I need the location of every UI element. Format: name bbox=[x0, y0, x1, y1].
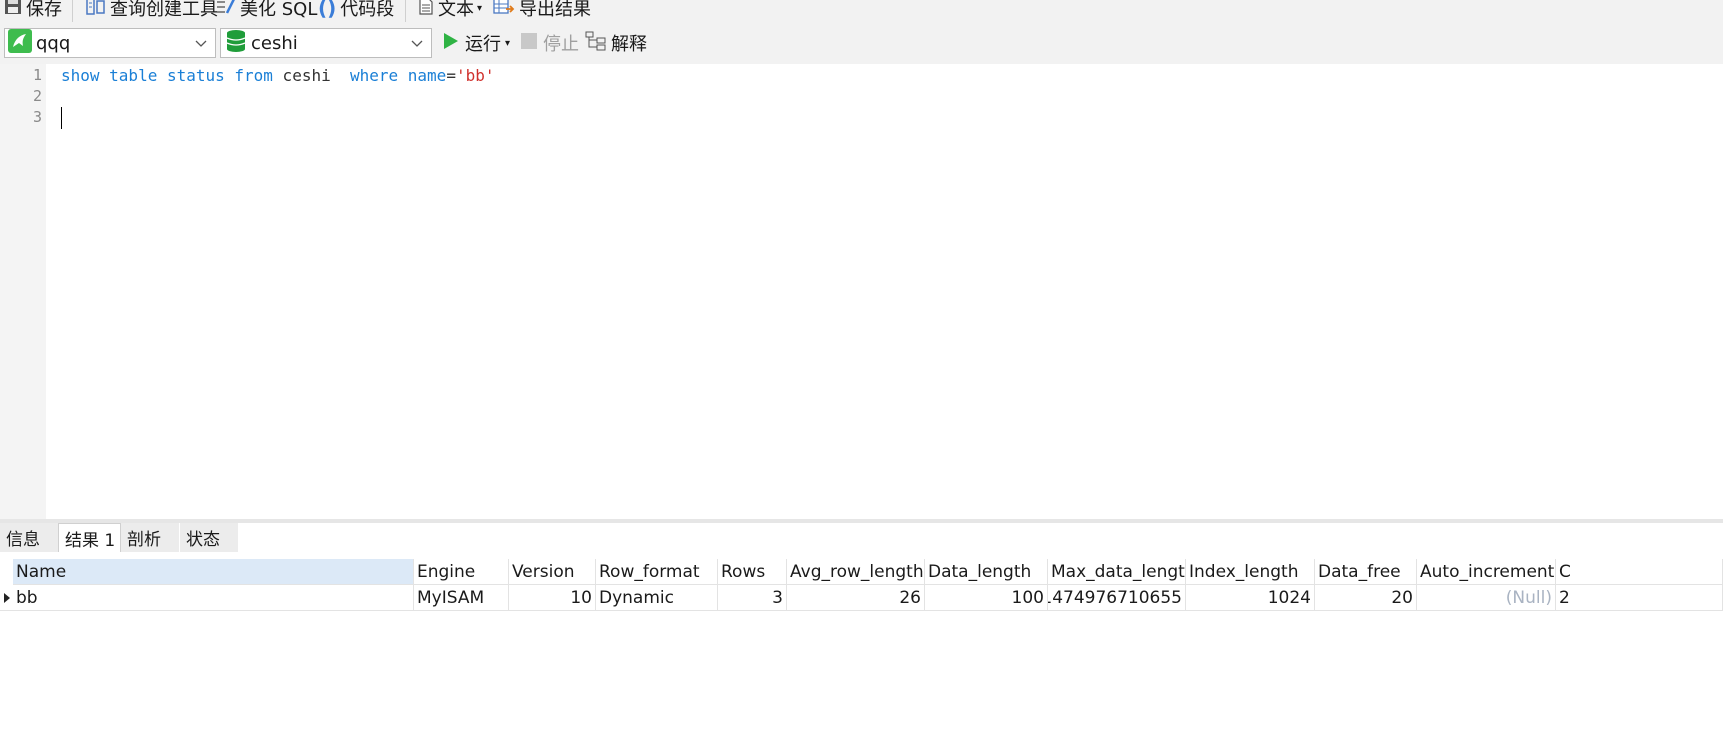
line-number: 3 bbox=[32, 108, 42, 126]
column-header[interactable]: Data_length bbox=[925, 559, 1048, 585]
export-icon bbox=[493, 0, 515, 20]
tab-info[interactable]: 信息 bbox=[0, 523, 58, 552]
sql-operator: = bbox=[446, 66, 456, 85]
table-cell[interactable]: 2 bbox=[1556, 585, 1723, 611]
result-grid: Name Engine Version Row_format Rows Avg_… bbox=[0, 556, 1723, 740]
beautify-icon bbox=[216, 0, 236, 20]
line-number-gutter: 1 2 3 bbox=[0, 64, 46, 519]
table-cell[interactable]: 1024 bbox=[1186, 585, 1315, 611]
text-cursor bbox=[61, 107, 62, 129]
column-header[interactable]: Max_data_length bbox=[1048, 559, 1186, 585]
connection-toolbar: qqq ceshi 运行 ▾ 停止 解释 bbox=[0, 24, 1723, 64]
column-header[interactable]: Row_format bbox=[596, 559, 718, 585]
document-icon bbox=[418, 0, 434, 20]
table-cell[interactable]: 100 bbox=[925, 585, 1048, 611]
explain-icon bbox=[585, 31, 607, 56]
table-cell[interactable]: MyISAM bbox=[414, 585, 509, 611]
stop-icon bbox=[521, 32, 537, 54]
beautify-sql-button[interactable]: 美化 SQL bbox=[216, 0, 317, 22]
table-cell[interactable]: 3 bbox=[718, 585, 787, 611]
column-header[interactable]: C bbox=[1556, 559, 1723, 585]
run-button[interactable]: 运行 ▾ bbox=[443, 29, 510, 57]
tab-result-1[interactable]: 结果 1 bbox=[58, 523, 121, 552]
dropdown-arrow-icon: ▾ bbox=[477, 2, 483, 14]
sql-string: 'bb' bbox=[455, 66, 495, 85]
database-icon bbox=[225, 29, 247, 58]
dropdown-arrow-icon: ▾ bbox=[505, 37, 511, 49]
table-cell[interactable]: 10 bbox=[509, 585, 596, 611]
toolbar-separator bbox=[405, 0, 406, 22]
database-select[interactable]: ceshi bbox=[220, 28, 432, 58]
sql-editor[interactable]: 1 2 3 show table status from ceshi where… bbox=[0, 64, 1723, 519]
query-builder-icon bbox=[86, 0, 106, 20]
tab-profile[interactable]: 剖析 bbox=[121, 523, 179, 552]
table-cell[interactable]: Dynamic bbox=[596, 585, 718, 611]
toolbar-separator bbox=[72, 0, 73, 22]
save-icon bbox=[4, 0, 22, 20]
text-button[interactable]: 文本 ▾ bbox=[418, 0, 482, 22]
chevron-down-icon bbox=[409, 35, 425, 51]
table-cell[interactable]: 20 bbox=[1315, 585, 1417, 611]
code-snippet-button[interactable]: () 代码段 bbox=[318, 0, 394, 22]
column-header[interactable]: Name bbox=[13, 559, 414, 585]
main-toolbar: 保存 查询创建工具 美化 SQL () 代码段 文本 ▾ 导出结果 bbox=[0, 0, 1723, 24]
column-header[interactable]: Data_free bbox=[1315, 559, 1417, 585]
current-row-indicator-icon bbox=[0, 585, 13, 611]
column-header[interactable]: Index_length bbox=[1186, 559, 1315, 585]
column-header[interactable]: Engine bbox=[414, 559, 509, 585]
connection-select[interactable]: qqq bbox=[4, 28, 216, 58]
explain-button[interactable]: 解释 bbox=[585, 29, 647, 57]
save-button[interactable]: 保存 bbox=[4, 0, 62, 22]
query-builder-button[interactable]: 查询创建工具 bbox=[86, 0, 218, 22]
mysql-connection-icon bbox=[8, 28, 32, 58]
line-number: 1 bbox=[32, 66, 42, 84]
line-number: 2 bbox=[32, 87, 42, 105]
sql-keyword: show table status from bbox=[61, 66, 273, 85]
table-cell[interactable]: (Null) bbox=[1417, 585, 1556, 611]
table-cell[interactable]: bb bbox=[13, 585, 414, 611]
code-line-1: show table status from ceshi where name=… bbox=[61, 66, 494, 85]
braces-icon: () bbox=[318, 0, 337, 20]
sql-identifier: ceshi bbox=[272, 66, 350, 85]
column-header[interactable]: Rows bbox=[718, 559, 787, 585]
result-tabs: 信息 结果 1 剖析 状态 bbox=[0, 523, 1723, 552]
tab-status[interactable]: 状态 bbox=[180, 523, 238, 552]
chevron-down-icon bbox=[193, 35, 209, 51]
column-header[interactable]: Auto_increment bbox=[1417, 559, 1556, 585]
sql-keyword: where name bbox=[349, 66, 447, 85]
table-cell[interactable]: 26 bbox=[787, 585, 925, 611]
stop-button[interactable]: 停止 bbox=[521, 29, 579, 57]
column-header[interactable]: Avg_row_length bbox=[787, 559, 925, 585]
column-header[interactable]: Version bbox=[509, 559, 596, 585]
play-icon bbox=[443, 32, 459, 55]
export-results-button[interactable]: 导出结果 bbox=[493, 0, 591, 22]
table-cell[interactable]: 281474976710655 bbox=[1048, 585, 1186, 611]
